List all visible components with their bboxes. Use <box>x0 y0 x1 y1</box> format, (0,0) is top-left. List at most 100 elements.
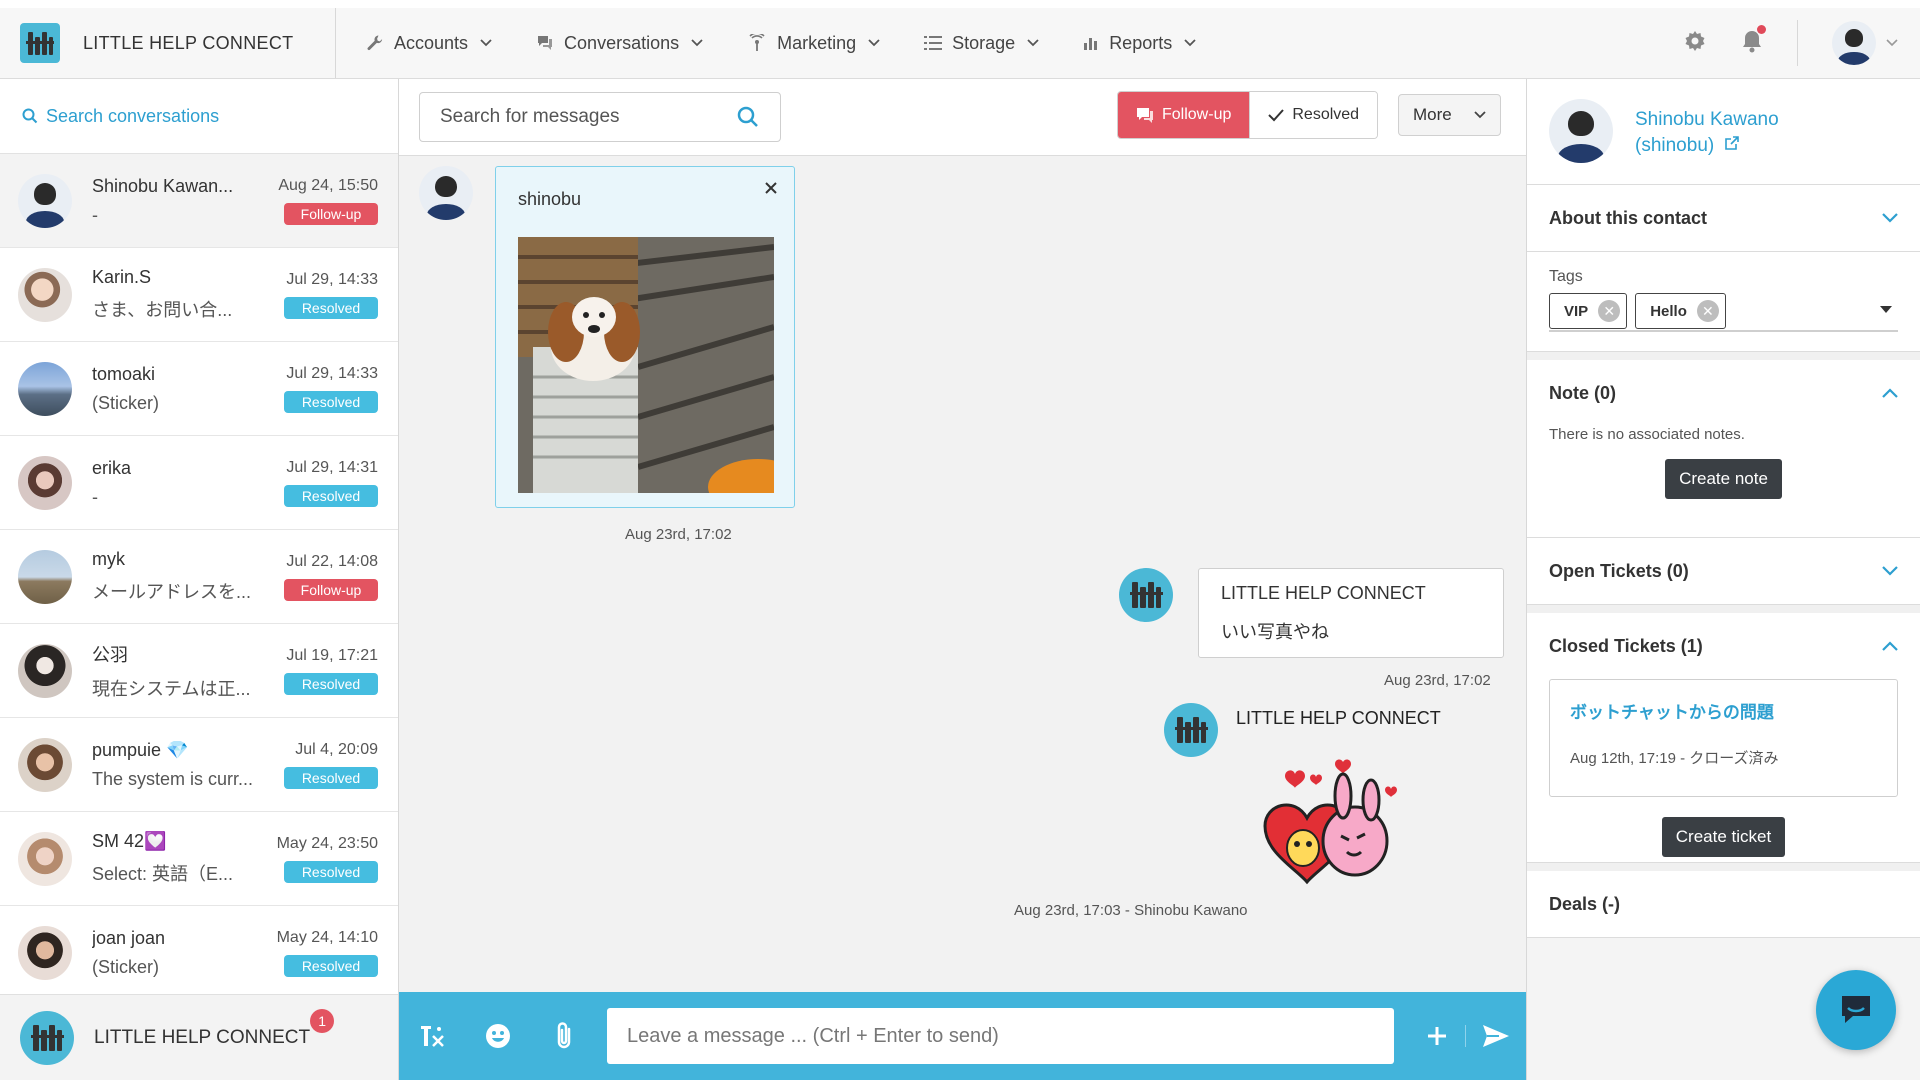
avatar <box>18 832 72 886</box>
about-contact-label: About this contact <box>1549 208 1707 229</box>
avatar <box>1832 21 1876 65</box>
emoji-button[interactable] <box>465 1022 531 1050</box>
conversation-item[interactable]: tomoaki(Sticker) Jul 29, 14:33Resolved <box>0 342 398 436</box>
dog-photo[interactable] <box>518 237 774 493</box>
divider <box>1527 863 1920 871</box>
plus-icon <box>1426 1025 1448 1047</box>
ticket-card[interactable]: ボットチャットからの問題 Aug 12th, 17:19 - クローズ済み <box>1549 679 1898 797</box>
conversation-preview: The system is curr... <box>92 769 262 790</box>
notifications-button[interactable] <box>1741 29 1763 58</box>
conversation-item[interactable]: 公羽現在システムは正... Jul 19, 17:21Resolved <box>0 624 398 718</box>
heart-bunny-sticker[interactable] <box>1255 756 1405 896</box>
conversation-name: 公羽 <box>92 641 262 667</box>
status-badge: Resolved <box>284 767 378 789</box>
follow-up-button[interactable]: Follow-up <box>1118 92 1249 138</box>
conversation-item[interactable]: Shinobu Kawan...- Aug 24, 15:50Follow-up <box>0 154 398 248</box>
settings-button[interactable] <box>1683 29 1707 58</box>
nav-marketing[interactable]: Marketing <box>747 33 890 54</box>
external-edit-icon <box>1724 135 1740 151</box>
nav-accounts[interactable]: Accounts <box>366 33 502 54</box>
closed-tickets-section: Closed Tickets (1) ボットチャットからの問題 Aug 12th… <box>1527 613 1920 863</box>
message-input[interactable] <box>627 1025 1374 1048</box>
tags-field[interactable]: VIP ✕ Hello✕ <box>1549 292 1898 332</box>
paperclip-icon <box>553 1021 575 1051</box>
conversation-preview: - <box>92 487 262 508</box>
attach-button[interactable] <box>531 1021 597 1051</box>
avatar <box>18 550 72 604</box>
resolved-label: Resolved <box>1292 106 1359 124</box>
chat-panel: Follow-up Resolved More shinobu <box>399 79 1526 1080</box>
conversation-name: tomoaki <box>92 364 262 385</box>
conversation-item[interactable]: Karin.Sさま、お問い合... Jul 29, 14:33Resolved <box>0 248 398 342</box>
nav-reports[interactable]: Reports <box>1083 33 1206 54</box>
avatar <box>18 644 72 698</box>
remove-tag-icon[interactable]: ✕ <box>1697 300 1719 322</box>
create-ticket-button[interactable]: Create ticket <box>1662 817 1785 857</box>
support-chat-button[interactable] <box>1816 970 1896 1050</box>
avatar <box>18 926 72 980</box>
chevron-down-icon <box>868 39 880 47</box>
nav-storage[interactable]: Storage <box>924 33 1049 54</box>
current-account[interactable]: LITTLE HELP CONNECT1 <box>0 994 398 1080</box>
more-label: More <box>1413 105 1452 125</box>
deals-toggle[interactable]: Deals (-) <box>1527 871 1920 937</box>
status-badge: Resolved <box>284 673 378 695</box>
add-button[interactable] <box>1408 1025 1466 1047</box>
closed-tickets-label: Closed Tickets (1) <box>1549 636 1703 657</box>
contact-name-link[interactable]: Shinobu Kawano (shinobu) <box>1635 107 1779 159</box>
app-name: LITTLE HELP CONNECT <box>83 33 293 54</box>
conversation-item[interactable]: pumpuie 💎The system is curr... Jul 4, 20… <box>0 718 398 812</box>
tags-section: Tags VIP✕ Hello✕ <box>1527 252 1920 352</box>
open-tickets-toggle[interactable]: Open Tickets (0) <box>1527 538 1920 604</box>
note-toggle[interactable]: Note (0) <box>1527 360 1920 426</box>
status-badge: Resolved <box>284 861 378 883</box>
message-composer <box>399 992 1526 1080</box>
caret-down-icon[interactable] <box>1880 306 1892 314</box>
close-icon[interactable] <box>764 181 778 195</box>
notification-dot <box>1757 25 1766 34</box>
send-button[interactable] <box>1466 1023 1526 1049</box>
conversation-name: joan joan <box>92 928 262 949</box>
avatar <box>419 166 473 220</box>
send-icon <box>1481 1023 1511 1049</box>
ticket-meta: Aug 12th, 17:19 - クローズ済み <box>1570 747 1877 768</box>
message-timestamp: Aug 23rd, 17:02 <box>625 526 732 543</box>
conversation-time: May 24, 14:10 <box>277 929 378 947</box>
conversation-preview: (Sticker) <box>92 393 262 414</box>
nav-right-tools <box>1683 8 1920 78</box>
remove-tag-icon[interactable]: ✕ <box>1598 300 1620 322</box>
note-empty-text: There is no associated notes. <box>1527 426 1920 443</box>
search-icon[interactable] <box>736 105 760 129</box>
brand[interactable]: LITTLE HELP CONNECT <box>0 8 336 78</box>
status-badge: Resolved <box>284 297 378 319</box>
chat-toolbar: Follow-up Resolved More <box>399 79 1526 156</box>
conversation-preview: さま、お問い合... <box>92 296 262 322</box>
message-search-input[interactable] <box>440 106 736 128</box>
resolved-button[interactable]: Resolved <box>1249 92 1377 138</box>
search-icon <box>22 108 38 124</box>
conversation-item[interactable]: erika- Jul 29, 14:31Resolved <box>0 436 398 530</box>
message-input-box <box>607 1008 1394 1064</box>
user-menu[interactable] <box>1832 21 1898 65</box>
template-button[interactable] <box>399 1022 465 1050</box>
conversation-item[interactable]: SM 42💟Select: 英語（E... May 24, 23:50Resol… <box>0 812 398 906</box>
closed-tickets-toggle[interactable]: Closed Tickets (1) <box>1527 613 1920 679</box>
tag-label: VIP <box>1564 303 1588 320</box>
more-dropdown[interactable]: More <box>1398 94 1501 136</box>
conversation-item[interactable]: mykメールアドレスを... Jul 22, 14:08Follow-up <box>0 530 398 624</box>
tag-chip: Hello✕ <box>1635 293 1726 329</box>
follow-up-label: Follow-up <box>1162 106 1231 124</box>
conversation-item[interactable]: joan joan(Sticker) May 24, 14:10Resolved <box>0 906 398 1000</box>
about-contact-toggle[interactable]: About this contact <box>1527 185 1920 251</box>
search-conversations-button[interactable]: Search conversations <box>0 79 398 154</box>
nav-conversations[interactable]: Conversations <box>536 33 713 54</box>
create-note-button[interactable]: Create note <box>1665 459 1782 499</box>
deals-label: Deals (-) <box>1549 894 1620 915</box>
note-section: Note (0) There is no associated notes. C… <box>1527 360 1920 538</box>
chevron-down-icon <box>1184 39 1196 47</box>
avatar <box>1549 99 1613 163</box>
divider <box>1797 20 1798 66</box>
chevron-up-icon <box>1882 641 1898 651</box>
tag-chip: VIP ✕ <box>1549 293 1627 329</box>
deals-section: Deals (-) <box>1527 871 1920 938</box>
